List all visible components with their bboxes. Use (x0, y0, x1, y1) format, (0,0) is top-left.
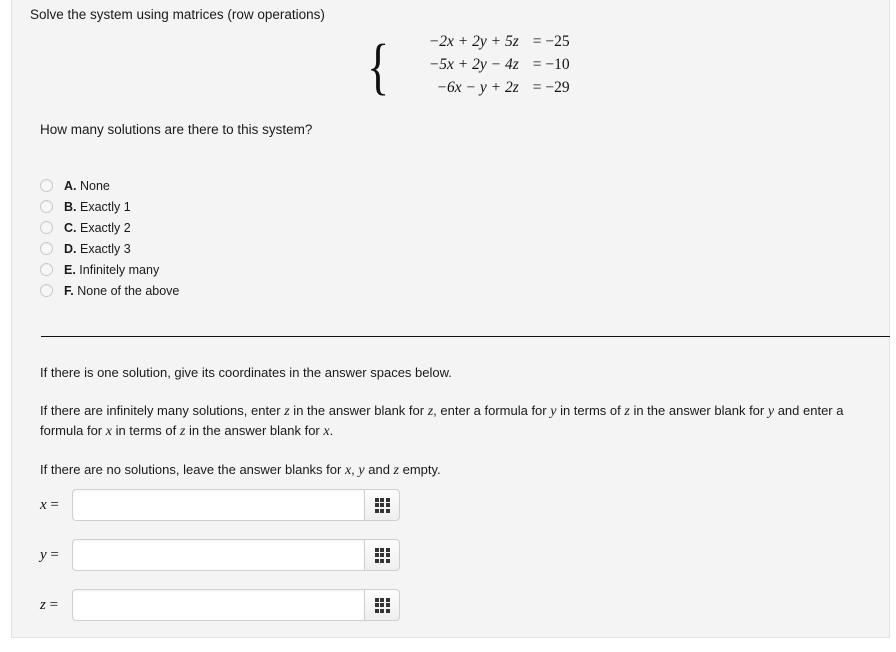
choice-letter-d: D. (64, 241, 77, 256)
answer-fields: x = y = z = (40, 489, 400, 639)
radio-button-d[interactable] (40, 242, 53, 255)
radio-button-e[interactable] (40, 263, 53, 276)
instruction-infinite-solutions: If there are infinitely many solutions, … (40, 401, 874, 441)
answer-row-z: z = (40, 589, 400, 621)
choice-text-a: None (79, 178, 110, 193)
answer-input-y[interactable] (72, 539, 364, 571)
choice-letter-c: C. (64, 220, 77, 235)
choice-option-a[interactable]: A. None (40, 175, 179, 196)
choice-letter-f: F. (64, 283, 74, 298)
choice-option-e[interactable]: E. Infinitely many (40, 259, 179, 280)
choice-label-f: F. None of the above (64, 284, 179, 298)
choice-letter-a: A. (64, 178, 77, 193)
instr-text: in the answer blank for (185, 423, 324, 438)
keypad-button-y[interactable] (364, 539, 400, 571)
equation-lhs: −2x + 2y + 5z (428, 32, 519, 50)
choice-option-f[interactable]: F. None of the above (40, 280, 179, 301)
grid-keypad-icon (374, 547, 390, 563)
equation-lhs: −6x − y + 2z (436, 78, 519, 96)
radio-button-a[interactable] (40, 179, 53, 192)
input-group-y (72, 539, 400, 571)
choice-label-c: C. Exactly 2 (64, 221, 131, 235)
section-divider (41, 336, 890, 337)
equation-row: −5x + 2y − 4z = −10 (399, 56, 597, 79)
answer-var-x: x (40, 496, 47, 513)
instr-text: in terms of (556, 403, 625, 418)
keypad-button-x[interactable] (364, 489, 400, 521)
answer-row-x: x = (40, 489, 400, 521)
page-title: Solve the system using matrices (row ope… (30, 7, 325, 22)
equation-row: −6x − y + 2z = −29 (399, 79, 597, 102)
answer-equals-x: = (46, 496, 59, 513)
instr-text: If there are no solutions, leave the ans… (40, 462, 345, 477)
radio-button-f[interactable] (40, 284, 53, 297)
instr-text: and (364, 462, 394, 477)
instruction-one-solution: If there is one solution, give its coord… (40, 365, 452, 380)
choice-option-d[interactable]: D. Exactly 3 (40, 238, 179, 259)
choice-label-e: E. Infinitely many (64, 263, 159, 277)
problem-page: Solve the system using matrices (row ope… (0, 0, 896, 652)
instruction-no-solutions: If there are no solutions, leave the ans… (40, 460, 874, 480)
instruction-block: If there is one solution, give its coord… (40, 363, 874, 499)
answer-equals-y: = (46, 546, 59, 563)
system-brace: { (367, 33, 390, 101)
instr-text: . (329, 423, 334, 438)
choice-label-a: A. None (64, 179, 110, 193)
answer-input-x[interactable] (72, 489, 364, 521)
grid-keypad-icon (374, 597, 390, 613)
choice-text-e: Infinitely many (79, 262, 160, 277)
answer-label-z: z = (40, 597, 72, 614)
choice-letter-b: B. (64, 199, 77, 214)
equation-lhs: −5x + 2y − 4z (428, 55, 519, 73)
grid-keypad-icon (374, 497, 390, 513)
choice-label-d: D. Exactly 3 (64, 242, 131, 256)
problem-panel: Solve the system using matrices (row ope… (11, 0, 890, 638)
instr-text: If there are infinitely many solutions, … (40, 403, 285, 418)
instr-text: in terms of (111, 423, 180, 438)
instr-text: in the answer blank for (289, 403, 428, 418)
choice-text-c: Exactly 2 (79, 220, 131, 235)
equation-rhs: = −10 (532, 55, 570, 73)
choice-label-b: B. Exactly 1 (64, 200, 131, 214)
answer-input-z[interactable] (72, 589, 364, 621)
radio-button-b[interactable] (40, 200, 53, 213)
choice-text-f: None of the above (77, 283, 180, 298)
choice-list: A. None B. Exactly 1 C. Exactly 2 D. Exa… (40, 175, 179, 301)
equation-system: { −2x + 2y + 5z = −25 −5x + 2y − 4z = −1… (367, 32, 597, 102)
answer-label-x: x = (40, 497, 72, 514)
instr-text: in the answer blank for (629, 403, 768, 418)
choice-option-b[interactable]: B. Exactly 1 (40, 196, 179, 217)
answer-label-y: y = (40, 547, 72, 564)
equation-rows: −2x + 2y + 5z = −25 −5x + 2y − 4z = −10 … (399, 32, 597, 102)
answer-row-y: y = (40, 539, 400, 571)
choice-letter-e: E. (64, 262, 76, 277)
instr-text: , enter a formula for (433, 403, 551, 418)
input-group-z (72, 589, 400, 621)
choice-option-c[interactable]: C. Exactly 2 (40, 217, 179, 238)
radio-button-c[interactable] (40, 221, 53, 234)
equation-row: −2x + 2y + 5z = −25 (399, 33, 597, 56)
choice-text-b: Exactly 1 (79, 199, 131, 214)
equation-rhs: = −25 (532, 32, 570, 50)
answer-equals-z: = (45, 596, 59, 613)
equation-rhs: = −29 (532, 78, 570, 96)
question-text: How many solutions are there to this sys… (40, 122, 313, 137)
instr-text: empty. (399, 462, 441, 477)
choice-text-d: Exactly 3 (79, 241, 131, 256)
answer-var-y: y (40, 546, 47, 563)
input-group-x (72, 489, 400, 521)
keypad-button-z[interactable] (364, 589, 400, 621)
